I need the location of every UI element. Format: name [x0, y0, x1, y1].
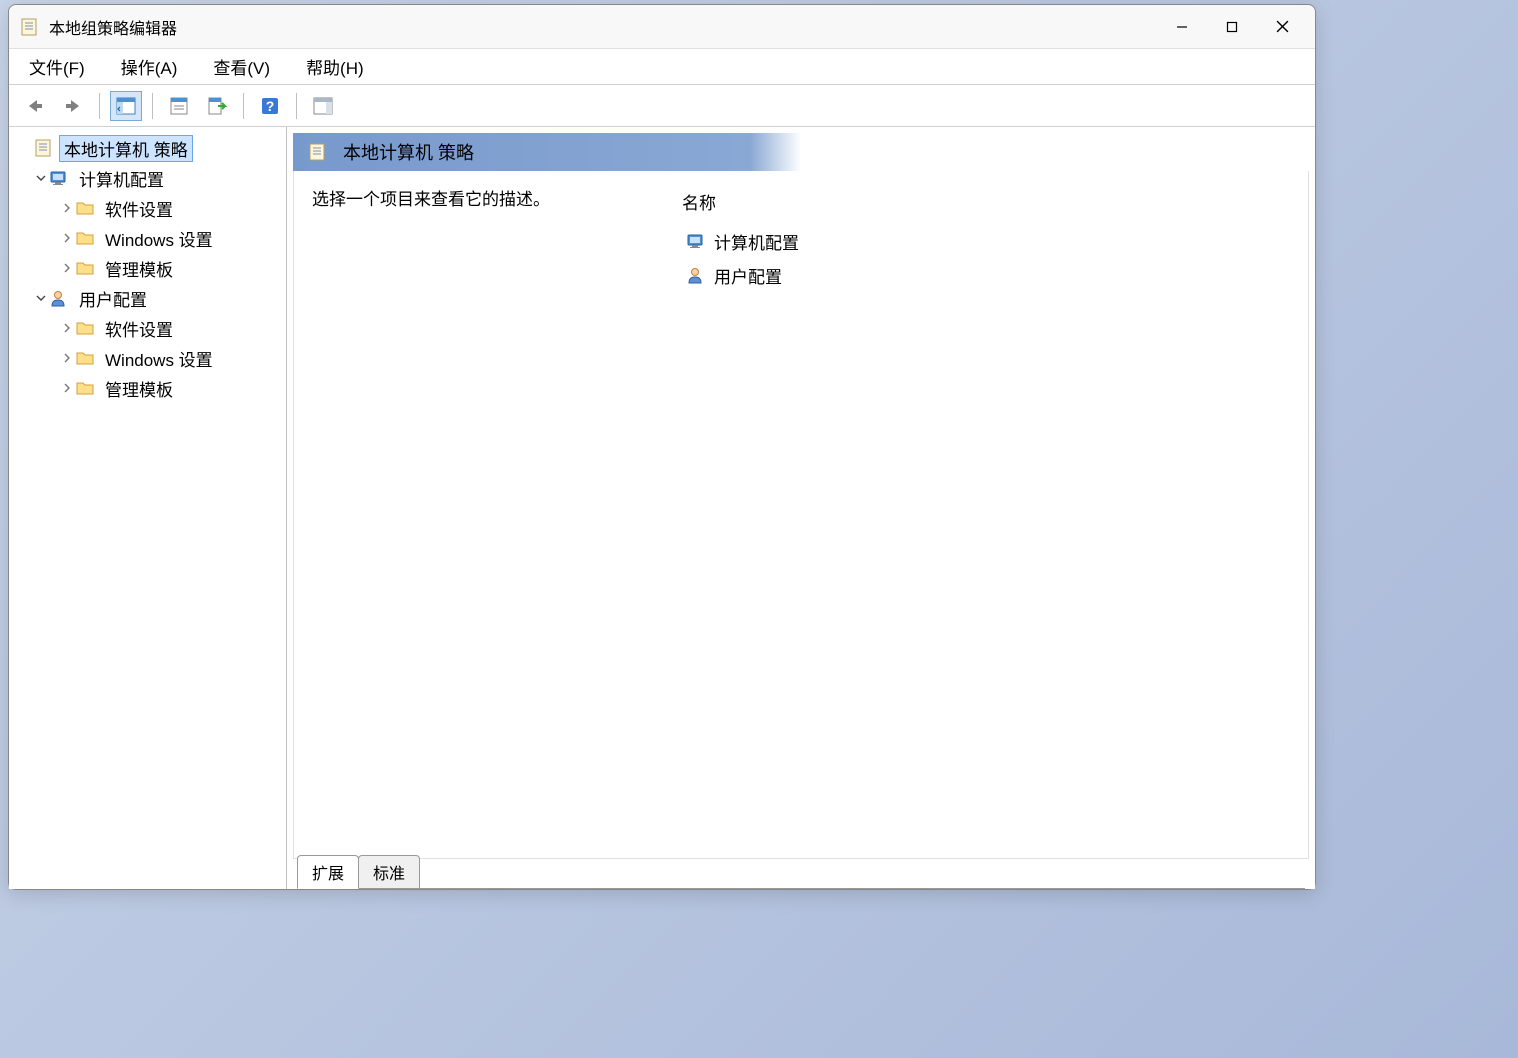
detail-description: 选择一个项目来查看它的描述。: [312, 185, 622, 844]
tree-label: 计算机配置: [75, 165, 168, 192]
menu-help[interactable]: 帮助(H): [300, 50, 370, 83]
expand-icon[interactable]: [59, 230, 75, 246]
close-button[interactable]: [1259, 11, 1305, 43]
toolbar: ?: [9, 85, 1315, 127]
help-button[interactable]: ?: [254, 91, 286, 121]
list-item-label: 用户配置: [714, 263, 782, 288]
tree-label: 管理模板: [101, 375, 177, 402]
policy-doc-icon: [307, 143, 327, 161]
expand-icon[interactable]: [59, 260, 75, 276]
folder-icon: [75, 229, 95, 247]
toolbar-separator: [296, 93, 297, 119]
svg-text:?: ?: [266, 98, 275, 114]
app-icon: [19, 17, 39, 37]
window-title: 本地组策略编辑器: [49, 15, 1159, 39]
toolbar-separator: [99, 93, 100, 119]
user-icon: [686, 265, 706, 285]
expand-icon[interactable]: [59, 350, 75, 366]
tree-label: 软件设置: [101, 315, 177, 342]
list-item-label: 计算机配置: [714, 229, 799, 254]
menubar: 文件(F) 操作(A) 查看(V) 帮助(H): [9, 49, 1315, 85]
blank-expander: [17, 140, 33, 156]
window-controls: [1159, 11, 1305, 43]
detail-header-title: 本地计算机 策略: [343, 139, 474, 165]
policy-doc-icon: [33, 139, 53, 157]
tree-uc-windows-settings[interactable]: Windows 设置: [13, 343, 282, 373]
show-hide-tree-button[interactable]: [110, 91, 142, 121]
tabs-baseline: [419, 888, 1305, 889]
tree-uc-admin-templates[interactable]: 管理模板: [13, 373, 282, 403]
menu-action[interactable]: 操作(A): [115, 50, 184, 83]
expand-icon[interactable]: [59, 200, 75, 216]
collapse-icon[interactable]: [33, 170, 49, 186]
tree-root-local-computer-policy[interactable]: 本地计算机 策略: [13, 133, 282, 163]
tree-pane[interactable]: 本地计算机 策略 计算机配置 软件设置: [9, 127, 287, 889]
folder-icon: [75, 199, 95, 217]
tree-cc-software-settings[interactable]: 软件设置: [13, 193, 282, 223]
tab-standard[interactable]: 标准: [358, 855, 420, 889]
nav-back-button[interactable]: [19, 91, 51, 121]
tree-label: 管理模板: [101, 255, 177, 282]
gpedit-window: 本地组策略编辑器 文件(F) 操作(A) 查看(V) 帮助(H): [8, 4, 1316, 890]
list-item-user-configuration[interactable]: 用户配置: [682, 258, 1290, 292]
tree-uc-software-settings[interactable]: 软件设置: [13, 313, 282, 343]
toolbar-separator: [152, 93, 153, 119]
expand-icon[interactable]: [59, 320, 75, 336]
menu-view[interactable]: 查看(V): [207, 50, 276, 83]
computer-icon: [686, 231, 706, 251]
tree-label: Windows 设置: [101, 345, 217, 372]
tree-label: Windows 设置: [101, 225, 217, 252]
expand-icon[interactable]: [59, 380, 75, 396]
titlebar: 本地组策略编辑器: [9, 5, 1315, 49]
nav-forward-button[interactable]: [57, 91, 89, 121]
tree-cc-admin-templates[interactable]: 管理模板: [13, 253, 282, 283]
tree-label: 软件设置: [101, 195, 177, 222]
toolbar-separator: [243, 93, 244, 119]
properties-button[interactable]: [163, 91, 195, 121]
export-list-button[interactable]: [201, 91, 233, 121]
minimize-button[interactable]: [1159, 11, 1205, 43]
detail-list: 名称 计算机配置 用户配置: [682, 185, 1290, 844]
tree-user-configuration[interactable]: 用户配置: [13, 283, 282, 313]
detail-tabs: 扩展 标准: [287, 859, 1315, 889]
column-header-name[interactable]: 名称: [682, 185, 1290, 224]
folder-icon: [75, 319, 95, 337]
detail-header: 本地计算机 策略: [293, 133, 1309, 171]
list-item-computer-configuration[interactable]: 计算机配置: [682, 224, 1290, 258]
detail-body: 选择一个项目来查看它的描述。 名称 计算机配置 用户配置: [293, 171, 1309, 859]
computer-icon: [49, 169, 69, 187]
menu-file[interactable]: 文件(F): [23, 50, 91, 83]
detail-pane: 本地计算机 策略 选择一个项目来查看它的描述。 名称 计算机配置: [287, 127, 1315, 889]
maximize-button[interactable]: [1209, 11, 1255, 43]
tree-cc-windows-settings[interactable]: Windows 设置: [13, 223, 282, 253]
folder-icon: [75, 379, 95, 397]
folder-icon: [75, 259, 95, 277]
collapse-icon[interactable]: [33, 290, 49, 306]
show-hide-action-pane-button[interactable]: [307, 91, 339, 121]
content-area: 本地计算机 策略 计算机配置 软件设置: [9, 127, 1315, 889]
user-icon: [49, 289, 69, 307]
tree-label: 用户配置: [75, 285, 151, 312]
folder-icon: [75, 349, 95, 367]
tree-label: 本地计算机 策略: [59, 135, 193, 162]
tab-extended[interactable]: 扩展: [297, 855, 359, 889]
tree-computer-configuration[interactable]: 计算机配置: [13, 163, 282, 193]
